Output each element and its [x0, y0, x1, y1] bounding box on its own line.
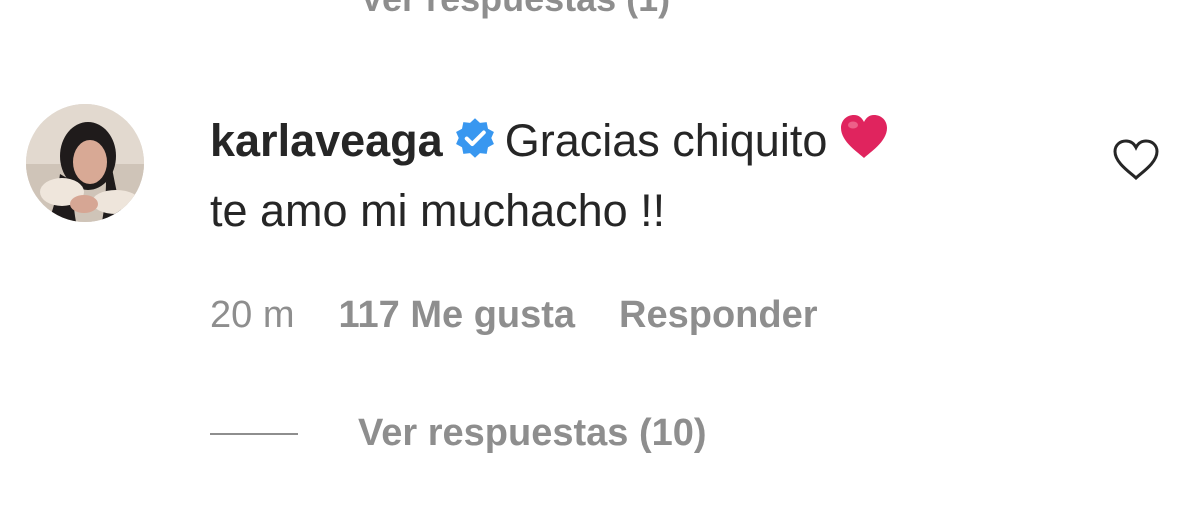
- avatar-image: [26, 104, 144, 222]
- reply-button[interactable]: Responder: [619, 294, 817, 336]
- heart-outline-icon: [1113, 139, 1159, 181]
- red-heart-emoji-icon: [839, 112, 889, 178]
- verified-badge-icon: [453, 112, 497, 178]
- view-replies-button[interactable]: Ver respuestas (10): [210, 412, 707, 455]
- comment-timestamp: 20 m: [210, 294, 295, 336]
- likes-count-link[interactable]: 117 Me gusta: [338, 294, 575, 336]
- previous-view-replies[interactable]: Ver respuestas (1): [360, 0, 670, 20]
- like-comment-button[interactable]: [1112, 138, 1160, 182]
- divider-line: [210, 432, 298, 435]
- avatar[interactable]: [26, 104, 144, 222]
- view-replies-label: Ver respuestas (10): [358, 412, 707, 454]
- comment-text: karlaveaga Gracias chiquito te amo mi muc…: [210, 108, 1070, 244]
- username-link[interactable]: karlaveaga: [210, 115, 443, 166]
- comment-meta: 20 m 117 Me gusta Responder: [210, 294, 862, 337]
- comment-text-line2: te amo mi muchacho !!: [210, 185, 666, 236]
- comment-text-line1: Gracias chiquito: [504, 115, 828, 166]
